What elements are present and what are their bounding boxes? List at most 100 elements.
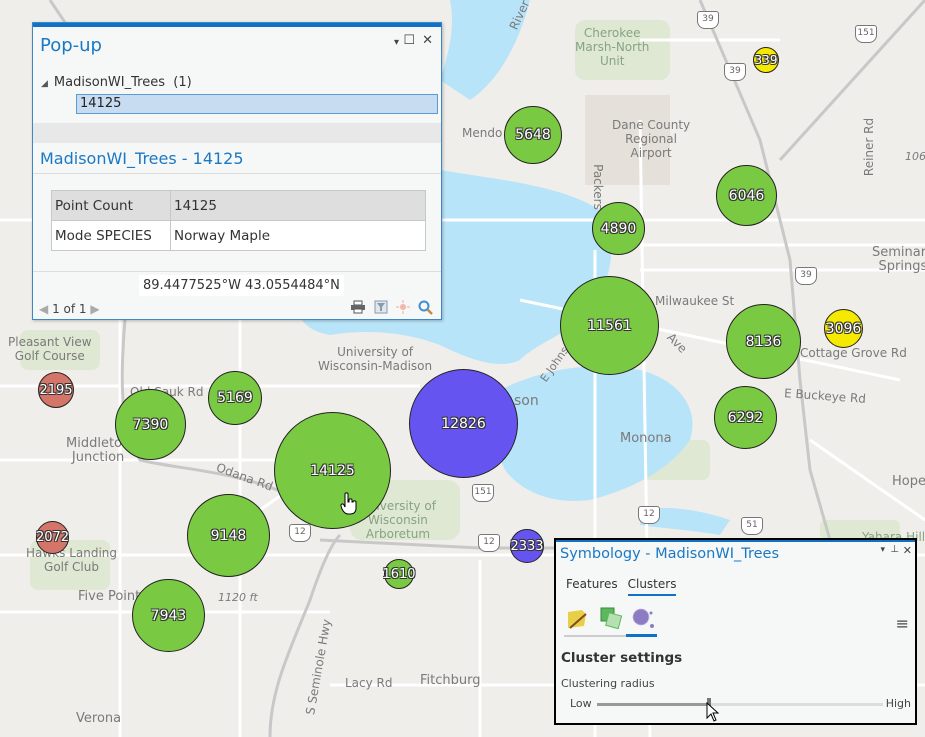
zoom-to-icon[interactable]	[418, 300, 433, 315]
section-heading: Cluster settings	[561, 650, 683, 666]
slider-low-label: Low	[570, 697, 592, 710]
symbology-title: Symbology - MadisonWI_Trees	[560, 546, 779, 562]
cluster-marker[interactable]: 3096	[824, 309, 863, 348]
label-madison: son	[514, 393, 539, 409]
popup-close-icon[interactable]: ✕	[422, 33, 433, 48]
cluster-marker[interactable]: 6292	[714, 386, 777, 449]
symbology-title-bar	[556, 540, 915, 542]
label-hope: Hope	[892, 474, 925, 489]
label-verona: Verona	[76, 711, 122, 726]
label-packers: Packers	[590, 164, 605, 210]
cluster-marker[interactable]: 2072	[36, 521, 69, 554]
highway-shield: 12	[289, 524, 311, 542]
hand-cursor-icon	[340, 492, 357, 515]
print-icon[interactable]	[350, 300, 366, 314]
field-name: Mode SPECIES	[51, 220, 171, 251]
options-menu-icon[interactable]: ≡	[896, 614, 909, 633]
divider	[33, 271, 441, 272]
clustering-radius-slider[interactable]	[597, 698, 883, 712]
cluster-marker[interactable]: 8136	[726, 304, 801, 379]
pin-icon[interactable]: ⊥	[890, 544, 899, 555]
table-row: Mode SPECIES Norway Maple	[51, 220, 426, 251]
unique-values-icon[interactable]	[598, 606, 622, 630]
slider-fill	[597, 703, 709, 706]
mode-indicator	[564, 634, 657, 637]
popup-layer-tree[interactable]: ◢ MadisonWI_Trees (1)	[41, 75, 192, 90]
highway-shield: 12	[478, 534, 500, 552]
cluster-marker[interactable]: 6046	[716, 165, 777, 226]
symbology-pane: Symbology - MadisonWI_Trees ▾ ⊥ ✕ Featur…	[554, 538, 917, 725]
cluster-marker-selected[interactable]: 14125	[274, 412, 391, 529]
coordinates-readout: 89.4477525°W 43.0554484°N	[139, 275, 344, 296]
label-milwaukee-st: Milwaukee St	[655, 294, 735, 308]
label-monona: Monona	[620, 431, 672, 446]
highway-shield: 51	[741, 517, 763, 535]
popup-toolbar	[350, 300, 433, 315]
cluster-marker[interactable]: 7943	[132, 579, 205, 652]
layer-name: MadisonWI_Trees	[53, 75, 165, 90]
feature-list-item-selected[interactable]: 14125	[76, 94, 438, 114]
cluster-marker[interactable]: 9148	[187, 494, 270, 577]
label-reiner-rd: Reiner Rd	[862, 117, 877, 177]
cluster-marker[interactable]: 11561	[560, 276, 659, 375]
popup-title: Pop-up	[40, 35, 102, 56]
clustering-radius-label: Clustering radius	[561, 677, 655, 690]
label-hawks-landing: Hawks Landing Golf Club	[26, 546, 118, 574]
tab-features[interactable]: Features	[566, 577, 618, 596]
previous-arrow-icon[interactable]: ◀	[39, 302, 48, 316]
symbology-menu-chevron-down-icon[interactable]: ▾	[880, 545, 885, 555]
splitter[interactable]	[33, 123, 441, 143]
label-pleasant-view: Pleasant View Golf Course	[8, 335, 92, 363]
expand-triangle-icon[interactable]: ◢	[41, 79, 48, 89]
cluster-marker[interactable]: 1610	[382, 559, 416, 589]
symbology-tabs: Features Clusters	[566, 577, 677, 596]
cluster-marker[interactable]: 12826	[409, 369, 518, 478]
cluster-marker[interactable]: 4890	[592, 202, 645, 255]
feature-title: MadisonWI_Trees - 14125	[40, 149, 244, 168]
cluster-marker[interactable]: 5169	[208, 371, 262, 425]
cluster-marker[interactable]: 5648	[504, 106, 562, 164]
flash-icon[interactable]	[396, 300, 410, 314]
arrow-cursor-icon	[706, 702, 720, 722]
popup-title-bar	[33, 23, 441, 27]
cluster-symbol-icon[interactable]	[630, 606, 656, 630]
cluster-marker[interactable]: 2195	[38, 372, 74, 408]
field-value: Norway Maple	[170, 220, 426, 251]
highway-shield: 39	[795, 267, 817, 285]
cluster-marker[interactable]: 339	[753, 47, 779, 73]
label-uw-madison: University of Wisconsin-Madison	[318, 345, 433, 373]
field-name: Point Count	[51, 190, 171, 221]
tab-clusters[interactable]: Clusters	[627, 577, 677, 596]
table-row: Point Count 14125	[51, 190, 426, 221]
symbology-close-icon[interactable]: ✕	[903, 544, 912, 557]
label-elevation-106: 106	[905, 150, 925, 163]
layer-feature-count: (1)	[173, 75, 192, 90]
popup-menu-chevron-down-icon[interactable]: ▾	[394, 37, 399, 48]
label-seminary-springs: Seminary Springs	[872, 245, 925, 274]
single-symbol-icon[interactable]	[566, 606, 590, 630]
popup-maximize-icon[interactable]: ☐	[403, 33, 415, 48]
label-elevation-1120: 1120 ft	[218, 591, 258, 604]
attribute-table: Point Count 14125 Mode SPECIES Norway Ma…	[51, 190, 426, 251]
label-fitchburg: Fitchburg	[420, 673, 481, 688]
popup-pane: Pop-up ▾ ☐ ✕ ◢ MadisonWI_Trees (1) 14125 …	[32, 22, 442, 320]
next-arrow-icon[interactable]: ▶	[90, 302, 99, 316]
cluster-marker[interactable]: 7390	[115, 389, 186, 460]
filter-icon[interactable]	[374, 300, 388, 314]
label-cottage-grove-rd: Cottage Grove Rd	[800, 346, 907, 360]
highway-shield: 39	[724, 63, 746, 81]
highway-shield: 151	[855, 25, 877, 43]
slider-high-label: High	[885, 697, 911, 710]
highway-shield: 39	[697, 11, 719, 29]
symbology-mode-icons	[566, 606, 658, 636]
cluster-marker[interactable]: 2333	[510, 529, 544, 563]
divider	[33, 173, 441, 174]
label-mendota: Mendo	[462, 126, 503, 140]
feature-index-label: 1 of 1	[52, 302, 87, 316]
label-airport: Dane County Regional Airport	[612, 118, 691, 160]
highway-shield: 151	[472, 484, 494, 502]
label-lacy-rd: Lacy Rd	[345, 676, 393, 690]
label-cherokee-marsh: Cherokee Marsh-North Unit	[575, 26, 650, 68]
field-value: 14125	[170, 190, 426, 221]
feature-navigator: ◀ 1 of 1 ▶	[39, 302, 100, 316]
